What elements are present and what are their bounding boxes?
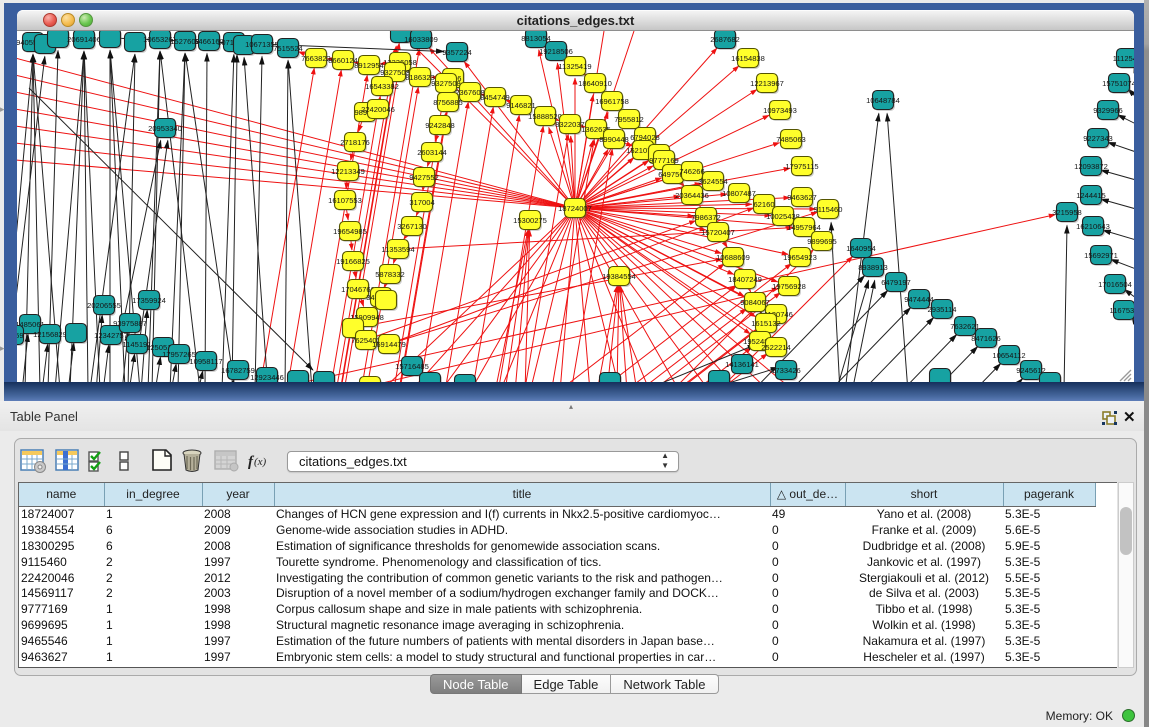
svg-text:16210643: 16210643 — [1076, 222, 1110, 231]
svg-text:16543382: 16543382 — [365, 82, 399, 91]
svg-text:7515524: 7515524 — [273, 44, 303, 53]
svg-text:20691406: 20691406 — [67, 35, 101, 44]
svg-text:2718176: 2718176 — [340, 138, 370, 147]
svg-text:15300275: 15300275 — [513, 216, 547, 225]
svg-text:8756885: 8756885 — [433, 98, 463, 107]
svg-text:7485063: 7485063 — [776, 135, 806, 144]
svg-text:9463627: 9463627 — [787, 193, 817, 202]
svg-text:17016504: 17016504 — [1098, 280, 1132, 289]
svg-text:9329966: 9329966 — [1093, 106, 1123, 115]
svg-text:16033809: 16033809 — [404, 35, 438, 44]
svg-text:16107553: 16107553 — [328, 196, 362, 205]
svg-text:14136141: 14136141 — [725, 360, 759, 369]
svg-text:14957964: 14957964 — [787, 223, 821, 232]
svg-text:19654985: 19654985 — [333, 227, 367, 236]
svg-text:9777169: 9777169 — [649, 156, 679, 165]
svg-text:9899695: 9899695 — [807, 237, 837, 246]
svg-text:18407249: 18407249 — [728, 275, 762, 284]
svg-text:1167534: 1167534 — [1110, 306, 1135, 315]
svg-text:17975115: 17975115 — [785, 162, 818, 171]
svg-text:2603144: 2603144 — [417, 148, 447, 157]
svg-text:22420046: 22420046 — [361, 105, 395, 114]
svg-text:10648784: 10648784 — [866, 96, 900, 105]
svg-text:19218506: 19218506 — [539, 47, 573, 56]
svg-text:317004: 317004 — [409, 198, 434, 207]
svg-text:2522214: 2522214 — [761, 343, 791, 352]
svg-text:9115460: 9115460 — [814, 205, 843, 214]
svg-text:12213967: 12213967 — [750, 79, 784, 88]
svg-text:6479197: 6479197 — [881, 278, 911, 287]
svg-text:8813054: 8813054 — [521, 34, 551, 43]
svg-text:16154838: 16154838 — [731, 54, 765, 63]
svg-text:10807487: 10807487 — [722, 189, 756, 198]
svg-text:3624554: 3624554 — [698, 177, 728, 186]
svg-text:9146821: 9146821 — [506, 101, 536, 110]
svg-text:2687682: 2687682 — [710, 35, 740, 44]
svg-text:15751074: 15751074 — [1102, 79, 1134, 88]
svg-text:7632621: 7632621 — [950, 322, 980, 331]
svg-text:19384554: 19384554 — [602, 272, 636, 281]
svg-text:10688609: 10688609 — [716, 253, 750, 262]
svg-text:7986372: 7986372 — [691, 213, 721, 222]
svg-text:(x): (x) — [254, 456, 267, 468]
svg-text:9227343: 9227343 — [1083, 134, 1113, 143]
svg-text:20953340: 20953340 — [148, 124, 182, 133]
svg-text:39159: 39159 — [17, 331, 24, 340]
svg-text:1244415: 1244415 — [1076, 191, 1106, 200]
svg-text:3267130: 3267130 — [397, 222, 427, 231]
svg-text:9084067: 9084067 — [740, 298, 770, 307]
svg-text:1112541: 1112541 — [1113, 54, 1134, 63]
svg-text:10973493: 10973493 — [763, 106, 797, 115]
svg-text:8938913: 8938913 — [858, 263, 888, 272]
svg-text:18640910: 18640910 — [578, 79, 612, 88]
svg-text:11353594: 11353594 — [381, 245, 414, 254]
svg-text:18724007: 18724007 — [558, 204, 592, 213]
svg-text:20206555: 20206555 — [87, 301, 121, 310]
svg-text:17359924: 17359924 — [132, 296, 166, 305]
svg-text:9357224: 9357224 — [442, 48, 472, 57]
svg-text:16914479: 16914479 — [372, 340, 406, 349]
svg-text:5878332: 5878332 — [375, 270, 405, 279]
svg-text:15692971: 15692971 — [1084, 251, 1118, 260]
svg-text:9427552: 9427552 — [409, 173, 439, 182]
svg-text:9474444: 9474444 — [904, 295, 934, 304]
svg-text:7663822: 7663822 — [301, 54, 331, 63]
svg-text:62160: 62160 — [753, 200, 774, 209]
svg-text:93975887: 93975887 — [113, 319, 147, 328]
svg-text:12093872: 12093872 — [1074, 162, 1108, 171]
svg-text:19654923: 19654923 — [783, 253, 817, 262]
svg-text:8990448: 8990448 — [599, 135, 629, 144]
svg-text:15720407: 15720407 — [701, 228, 735, 237]
svg-text:1733426: 1733426 — [771, 366, 801, 375]
svg-text:10654112: 10654112 — [992, 351, 1025, 360]
svg-text:8471626: 8471626 — [971, 334, 1001, 343]
svg-text:19166825: 19166825 — [336, 257, 370, 266]
svg-text:12923446: 12923446 — [250, 373, 284, 382]
svg-text:1615132: 1615132 — [751, 319, 781, 328]
svg-text:1640954: 1640954 — [846, 244, 876, 253]
svg-text:7955812: 7955812 — [614, 115, 644, 124]
svg-text:20364436: 20364436 — [675, 191, 709, 200]
svg-text:2935114: 2935114 — [928, 305, 957, 314]
svg-text:12213349: 12213349 — [331, 167, 365, 176]
svg-text:3215958: 3215958 — [1052, 208, 1082, 217]
svg-text:10958117: 10958117 — [189, 357, 222, 366]
svg-text:746266: 746266 — [679, 167, 704, 176]
svg-text:16961758: 16961758 — [595, 97, 629, 106]
svg-text:12156829: 12156829 — [33, 330, 67, 339]
svg-text:9327508: 9327508 — [431, 79, 461, 88]
svg-text:15716485: 15716485 — [395, 362, 429, 371]
svg-text:9242848: 9242848 — [425, 121, 455, 130]
svg-text:19756928: 19756928 — [772, 282, 806, 291]
svg-text:11325419: 11325419 — [558, 62, 591, 71]
